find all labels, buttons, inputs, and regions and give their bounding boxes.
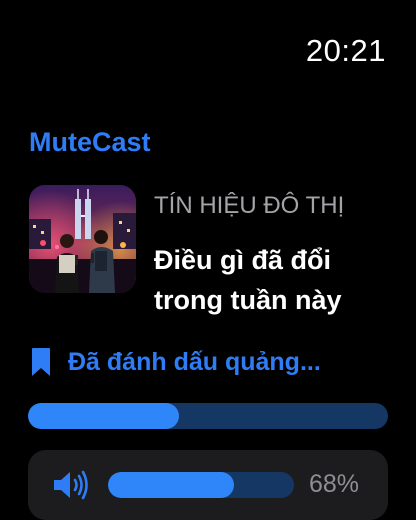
app-title: MuteCast <box>29 127 151 157</box>
playback-progress-bar[interactable] <box>28 403 388 429</box>
episode-title: Điều gì đã đổi trong tuần này <box>154 245 342 315</box>
bookmark-label: Đã đánh dấu quảng... <box>68 347 321 376</box>
playback-progress-fill <box>28 403 180 429</box>
volume-percentage: 68% <box>309 470 360 498</box>
podcast-artwork[interactable] <box>29 185 136 293</box>
show-name: TÍN HIỆU ĐÔ THỊ <box>154 192 345 219</box>
bookmark-icon <box>30 346 52 378</box>
volume-slider[interactable] <box>108 472 294 498</box>
volume-control: 68% <box>28 450 388 520</box>
volume-slider-fill <box>108 472 235 498</box>
bookmark-ad-button[interactable]: Đã đánh dấu quảng... <box>30 344 390 380</box>
status-time: 20:21 <box>305 33 386 68</box>
